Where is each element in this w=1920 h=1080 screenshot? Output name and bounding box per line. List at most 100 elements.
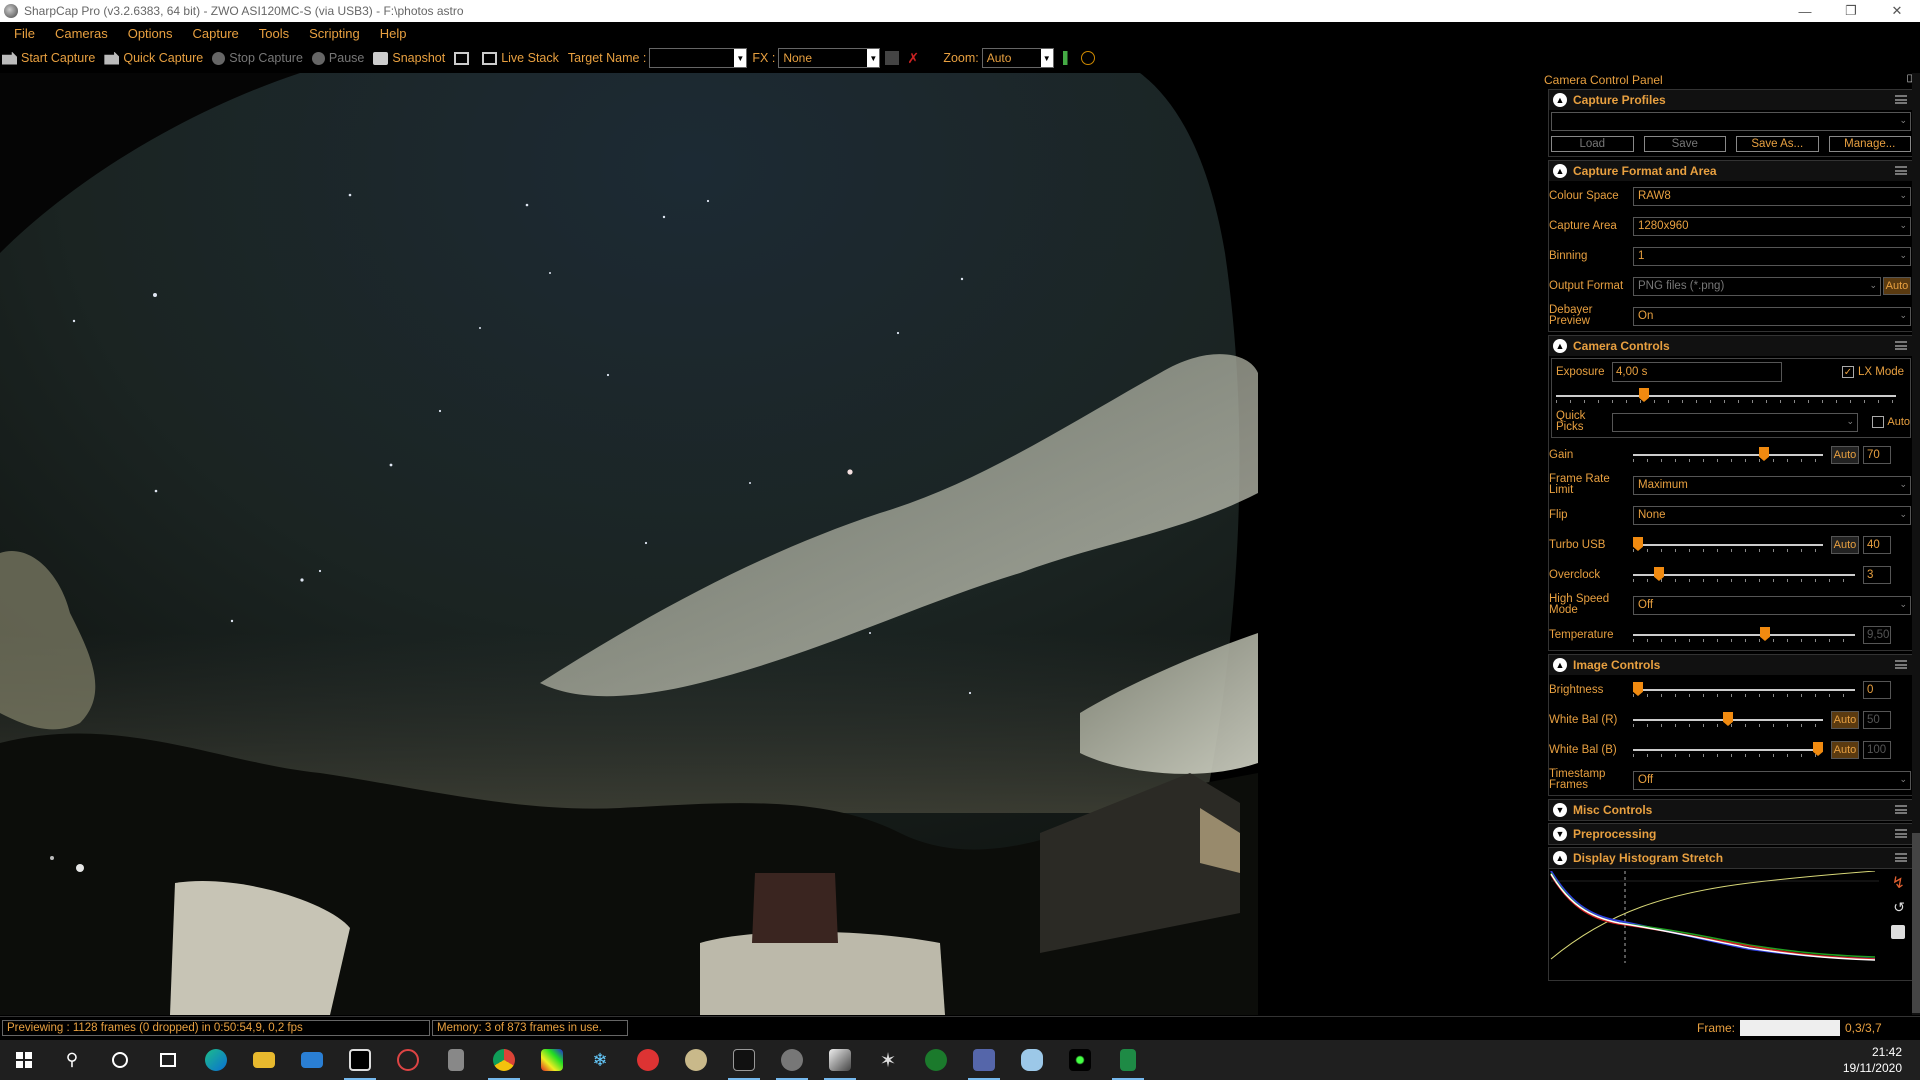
save-stretch-icon[interactable] (1891, 925, 1905, 939)
live-stack-button[interactable]: Live Stack (482, 51, 559, 65)
output-format-auto-button[interactable]: Auto (1883, 277, 1911, 295)
brightness-value[interactable]: 0 (1863, 681, 1891, 699)
capture-format-header[interactable]: ▲ Capture Format and Area (1549, 161, 1913, 181)
binning-select[interactable]: 1 ⌄ (1633, 246, 1911, 266)
debayer-select[interactable]: On ⌄ (1633, 306, 1911, 326)
histogram-header[interactable]: ▲ Display Histogram Stretch (1549, 848, 1913, 868)
quick-capture-button[interactable]: Quick Capture (104, 51, 203, 65)
camera-controls-header[interactable]: ▲ Camera Controls (1549, 336, 1913, 356)
calculator-icon[interactable] (432, 1040, 480, 1080)
flip-select[interactable]: None ⌄ (1633, 505, 1911, 525)
camera-preview[interactable] (0, 73, 1258, 1015)
profile-select[interactable]: ⌄ (1551, 111, 1911, 131)
hamburger-icon[interactable] (1895, 166, 1907, 175)
spreadsheet-icon[interactable] (1104, 1040, 1152, 1080)
chevron-up-icon[interactable]: ▲ (1553, 93, 1567, 107)
exposure-slider[interactable] (1556, 388, 1896, 404)
lx-mode-checkbox[interactable]: ✓ LX Mode (1842, 366, 1904, 378)
white-bal-r-value[interactable]: 50 (1863, 711, 1891, 729)
reset-stretch-icon[interactable]: ↺ (1893, 899, 1905, 916)
high-speed-select[interactable]: Off ⌄ (1633, 595, 1911, 615)
menu-cameras[interactable]: Cameras (55, 26, 108, 41)
snowflake-icon[interactable]: ❄ (576, 1040, 624, 1080)
paint-icon[interactable] (384, 1040, 432, 1080)
gain-slider[interactable] (1633, 447, 1823, 463)
mail-icon[interactable] (288, 1040, 336, 1080)
chevron-down-icon[interactable]: ▼ (1553, 827, 1567, 841)
search-icon[interactable]: ⚲ (48, 1040, 96, 1080)
hamburger-icon[interactable] (1895, 853, 1907, 862)
white-bal-b-value[interactable]: 100 (1863, 741, 1891, 759)
file-explorer-icon[interactable] (240, 1040, 288, 1080)
turbo-usb-value[interactable]: 40 (1863, 536, 1891, 554)
menu-file[interactable]: File (14, 26, 35, 41)
menu-tools[interactable]: Tools (259, 26, 289, 41)
misc-controls-header[interactable]: ▼ Misc Controls (1549, 800, 1913, 820)
green-dot-app-icon[interactable] (1056, 1040, 1104, 1080)
menu-capture[interactable]: Capture (193, 26, 239, 41)
chevron-up-icon[interactable]: ▲ (1553, 658, 1567, 672)
capture-profiles-header[interactable]: ▲ Capture Profiles (1549, 90, 1913, 110)
minimize-icon[interactable]: — (1782, 0, 1828, 22)
edge-icon[interactable] (192, 1040, 240, 1080)
manage-profiles-button[interactable]: Manage... (1828, 136, 1911, 152)
defender-icon[interactable] (912, 1040, 960, 1080)
overclock-slider[interactable] (1633, 567, 1855, 583)
pause-button[interactable]: Pause (311, 51, 364, 65)
menu-help[interactable]: Help (380, 26, 407, 41)
chevron-down-icon[interactable]: ▼ (1553, 803, 1567, 817)
gain-value[interactable]: 70 (1863, 446, 1891, 464)
hamburger-icon[interactable] (1895, 660, 1907, 669)
display-options-button[interactable] (454, 51, 473, 65)
overclock-value[interactable]: 3 (1863, 566, 1891, 584)
histogram-display[interactable]: ↯ ↺ (1549, 868, 1913, 980)
save-profile-button[interactable]: Save (1643, 136, 1726, 152)
white-bal-b-auto-button[interactable]: Auto (1831, 741, 1859, 759)
photo-app-icon[interactable] (816, 1040, 864, 1080)
fx-clear-icon[interactable]: ✗ (907, 51, 921, 65)
white-bal-r-slider[interactable] (1633, 712, 1823, 728)
globe-app-icon[interactable] (768, 1040, 816, 1080)
hamburger-icon[interactable] (1895, 829, 1907, 838)
stop-capture-button[interactable]: Stop Capture (212, 51, 303, 65)
star-app-icon[interactable]: ✶ (864, 1040, 912, 1080)
auto-stretch-icon[interactable]: ↯ (1892, 873, 1905, 893)
capture-area-select[interactable]: 1280x960 ⌄ (1633, 216, 1911, 236)
menu-options[interactable]: Options (128, 26, 173, 41)
gain-auto-button[interactable]: Auto (1831, 446, 1859, 464)
chevron-up-icon[interactable]: ▲ (1553, 851, 1567, 865)
zoom-combo[interactable]: Auto ▼ (981, 48, 1054, 68)
exposure-input[interactable]: 4,00 s (1612, 362, 1782, 382)
chevron-up-icon[interactable]: ▲ (1553, 339, 1567, 353)
preprocessing-header[interactable]: ▼ Preprocessing (1549, 824, 1913, 844)
turbo-usb-auto-button[interactable]: Auto (1831, 536, 1859, 554)
brightness-slider[interactable] (1633, 682, 1855, 698)
menu-scripting[interactable]: Scripting (309, 26, 360, 41)
white-bal-r-auto-button[interactable]: Auto (1831, 711, 1859, 729)
white-bal-b-slider[interactable] (1633, 742, 1823, 758)
windows-start-icon[interactable] (0, 1040, 48, 1080)
panel-scrollbar[interactable] (1912, 73, 1920, 1015)
hamburger-icon[interactable] (1895, 341, 1907, 350)
astro-app-icon[interactable] (624, 1040, 672, 1080)
crosshair-icon[interactable] (1080, 51, 1095, 65)
cloud-app-icon[interactable] (1008, 1040, 1056, 1080)
fx-settings-icon[interactable] (885, 51, 900, 65)
cortana-icon[interactable] (96, 1040, 144, 1080)
turbo-usb-slider[interactable] (1633, 537, 1823, 553)
save-as-profile-button[interactable]: Save As... (1736, 136, 1819, 152)
restore-icon[interactable]: ❐ (1828, 0, 1874, 22)
close-icon[interactable]: ✕ (1874, 0, 1920, 22)
fx-combo[interactable]: None ▼ (778, 48, 881, 68)
colour-space-select[interactable]: RAW8 ⌄ (1633, 186, 1911, 206)
chrome-icon[interactable] (480, 1040, 528, 1080)
snapshot-button[interactable]: Snapshot (373, 51, 445, 65)
frame-rate-select[interactable]: Maximum ⌄ (1633, 475, 1911, 495)
color-app-icon[interactable] (528, 1040, 576, 1080)
sharpcap-icon[interactable] (336, 1040, 384, 1080)
quick-picks-auto-checkbox[interactable]: Auto (1872, 416, 1910, 428)
output-format-select[interactable]: PNG files (*.png) ⌄ (1633, 276, 1881, 296)
quick-picks-select[interactable]: ⌄ (1612, 412, 1858, 432)
chevron-up-icon[interactable]: ▲ (1553, 164, 1567, 178)
camera-app-icon[interactable] (720, 1040, 768, 1080)
